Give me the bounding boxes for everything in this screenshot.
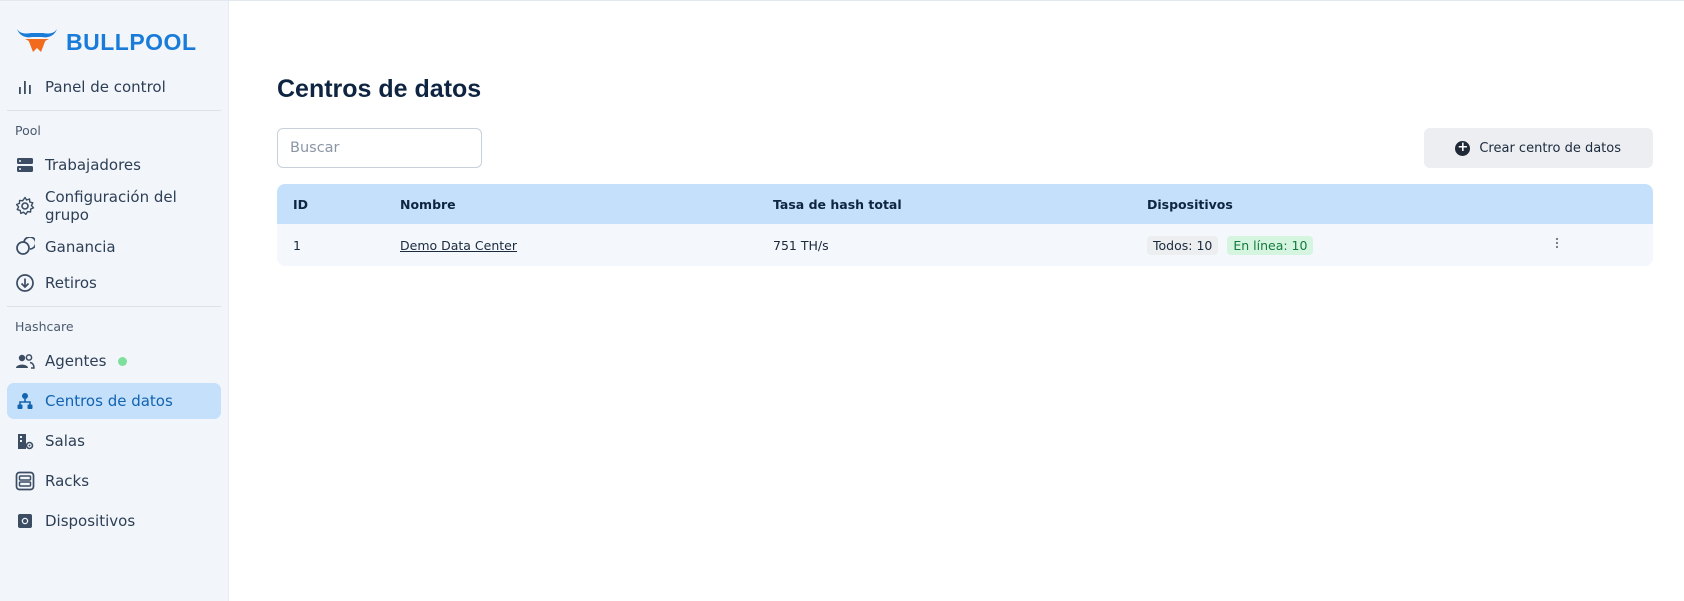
sidebar-item-label: Ganancia <box>45 238 116 256</box>
brand-logo[interactable]: BULLPOOL <box>7 19 221 65</box>
sidebar-item-label: Trabajadores <box>45 156 141 174</box>
server-icon <box>15 155 35 175</box>
section-title-pool: Pool <box>15 122 41 138</box>
divider <box>7 110 221 111</box>
column-header-actions <box>1539 184 1653 224</box>
search-input[interactable] <box>277 128 482 168</box>
devices-all-badge: Todos: 10 <box>1147 235 1219 255</box>
chip-icon <box>15 511 35 531</box>
plus-circle-icon: + <box>1455 140 1471 156</box>
sidebar-item-label: Dispositivos <box>45 512 136 530</box>
create-data-center-button[interactable]: + Crear centro de datos <box>1424 128 1653 168</box>
hierarchy-icon <box>15 391 35 411</box>
sidebar-item-dispositivos[interactable]: Dispositivos <box>7 503 221 539</box>
sidebar: BULLPOOL Panel de control Pool Trabajado… <box>0 1 229 601</box>
data-center-link[interactable]: Demo Data Center <box>400 238 517 253</box>
cell-dispositivos: Todos: 10 En línea: 10 <box>1131 224 1539 266</box>
column-header-dispositivos: Dispositivos <box>1131 184 1539 224</box>
sidebar-item-label: Configuración del grupo <box>45 188 177 224</box>
cell-actions <box>1539 224 1653 266</box>
table-header-row: ID Nombre Tasa de hash total Dispositivo… <box>277 184 1653 224</box>
page-title: Centros de datos <box>277 75 482 103</box>
gear-icon <box>15 196 35 216</box>
sidebar-item-label: Panel de control <box>45 78 166 96</box>
rack-icon <box>15 471 35 491</box>
sidebar-item-centros-de-datos[interactable]: Centros de datos <box>7 383 221 419</box>
sidebar-item-configuracion-del-grupo[interactable]: Configuración del grupo <box>7 183 221 229</box>
divider <box>7 306 221 307</box>
column-header-tasa-de-hash: Tasa de hash total <box>757 184 1131 224</box>
bull-icon <box>14 25 60 59</box>
online-status-dot <box>118 356 128 366</box>
create-button-label: Crear centro de datos <box>1479 140 1621 156</box>
sidebar-item-label: Agentes <box>45 352 107 370</box>
sidebar-item-label: Salas <box>45 432 85 450</box>
cell-id: 1 <box>277 224 384 266</box>
sidebar-item-salas[interactable]: Salas <box>7 423 221 459</box>
column-header-nombre: Nombre <box>384 184 757 224</box>
toolbar: + Crear centro de datos <box>277 128 1653 168</box>
bar-chart-icon <box>15 77 35 97</box>
sidebar-item-label: Centros de datos <box>45 392 173 410</box>
users-icon <box>15 351 35 371</box>
column-header-id: ID <box>277 184 384 224</box>
cell-nombre: Demo Data Center <box>384 224 757 266</box>
sidebar-item-ganancia[interactable]: Ganancia <box>7 229 221 265</box>
section-title-hashcare: Hashcare <box>15 318 74 334</box>
sidebar-item-label: Racks <box>45 472 90 490</box>
data-centers-table: ID Nombre Tasa de hash total Dispositivo… <box>277 184 1653 266</box>
sidebar-item-trabajadores[interactable]: Trabajadores <box>7 147 221 183</box>
building-gear-icon <box>15 431 35 451</box>
brand-name: BULLPOOL <box>66 28 197 55</box>
sidebar-item-racks[interactable]: Racks <box>7 463 221 499</box>
cell-hashrate: 751 TH/s <box>757 224 1131 266</box>
devices-online-badge: En línea: 10 <box>1227 235 1314 255</box>
coins-icon <box>15 237 35 257</box>
sidebar-item-retiros[interactable]: Retiros <box>7 265 221 301</box>
sidebar-item-agentes[interactable]: Agentes <box>7 343 221 379</box>
table-row[interactable]: 1 Demo Data Center 751 TH/s Todos: 10 En… <box>277 224 1653 266</box>
download-circle-icon <box>15 273 35 293</box>
sidebar-item-label: Retiros <box>45 274 97 292</box>
main-content: Centros de datos + Crear centro de datos… <box>229 1 1684 601</box>
sidebar-item-panel-de-control[interactable]: Panel de control <box>7 69 221 105</box>
more-options-icon[interactable] <box>1555 237 1559 253</box>
